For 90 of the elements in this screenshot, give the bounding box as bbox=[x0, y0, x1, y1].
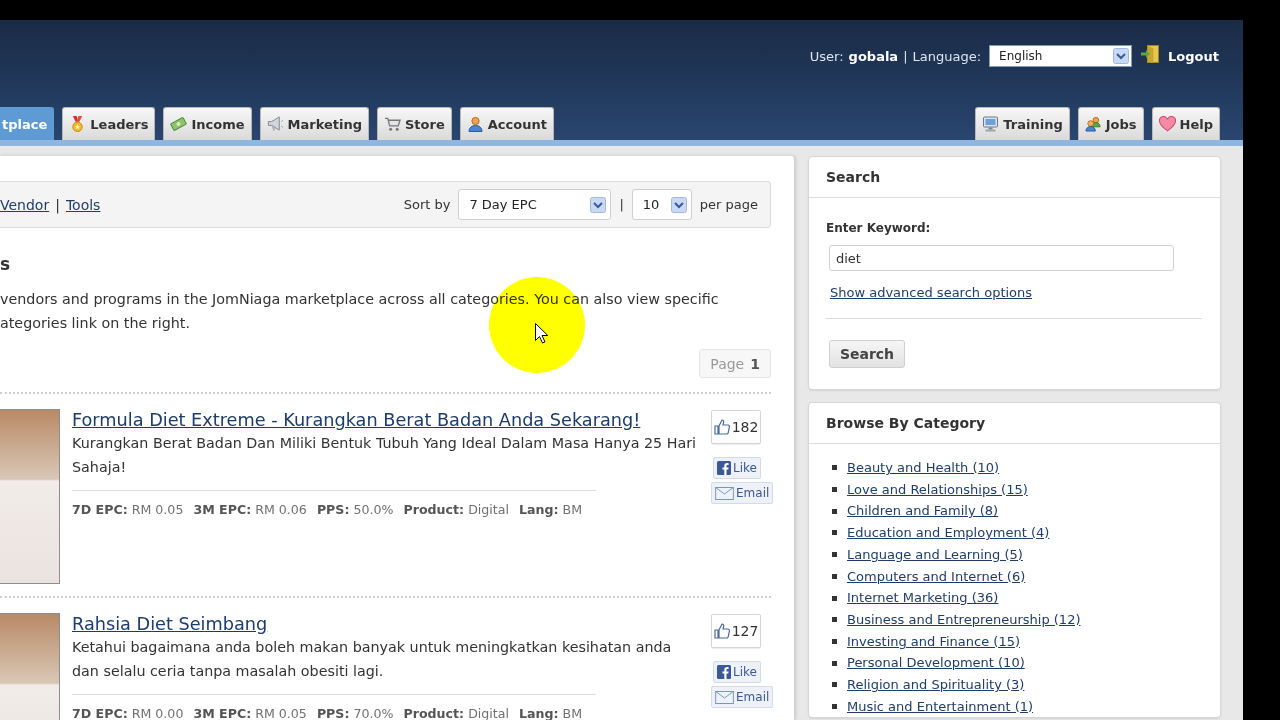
product-stat: PPS: 70.0% bbox=[316, 705, 394, 720]
bullet-icon bbox=[832, 704, 837, 710]
nav-tab[interactable]: Help bbox=[1151, 107, 1220, 140]
product-stat: 7D EPC: RM 0.00 bbox=[72, 705, 184, 720]
category-link[interactable]: Investing and Finance (15) bbox=[847, 630, 1020, 653]
category-link[interactable]: Language and Learning (5) bbox=[847, 543, 1023, 566]
nav-tab[interactable]: Income bbox=[163, 107, 252, 140]
user-label: User: bbox=[809, 48, 844, 64]
separator-text: | bbox=[903, 48, 908, 64]
megaphone-icon bbox=[266, 116, 284, 132]
like-count: 127 bbox=[731, 623, 759, 639]
section-heading: s bbox=[0, 253, 12, 276]
facebook-icon bbox=[717, 461, 731, 475]
product-stat: Product: Digital bbox=[403, 501, 509, 519]
panel-title: Search bbox=[809, 157, 1220, 198]
sort-select[interactable]: 7 Day EPC bbox=[458, 189, 612, 220]
product-description: Ketahui bagaimana anda boleh makan banyak untuk meningkatkan kesihatan anda dan selalu ceria tanpa masalah obesiti lagi. bbox=[72, 638, 673, 681]
nav-tab[interactable]: Training bbox=[975, 107, 1070, 140]
vendor-link[interactable]: Vendor bbox=[0, 196, 50, 213]
facebook-icon bbox=[717, 665, 731, 679]
username: gobala bbox=[848, 48, 899, 64]
product-title-link[interactable]: Rahsia Diet Seimbang bbox=[72, 613, 268, 635]
category-link[interactable]: Love and Relationships (15) bbox=[847, 478, 1028, 501]
category-link[interactable]: Beauty and Health (10) bbox=[847, 457, 1000, 479]
panel-title: Browse By Category bbox=[809, 403, 1220, 444]
search-button[interactable]: Search bbox=[829, 340, 905, 368]
language-select[interactable]: English bbox=[989, 45, 1133, 67]
bullet-icon bbox=[832, 530, 837, 536]
category-link[interactable]: Computers and Internet (6) bbox=[847, 565, 1026, 588]
nav-tab[interactable]: Store bbox=[377, 107, 452, 140]
category-link[interactable]: Religion and Spirituality (3) bbox=[847, 674, 1025, 696]
like-count: 182 bbox=[731, 419, 759, 435]
product-stat: 3M EPC: RM 0.05 bbox=[193, 705, 307, 720]
nav-tab[interactable]: Marketing bbox=[259, 107, 369, 140]
advanced-search-link[interactable]: Show advanced search options bbox=[830, 285, 1033, 301]
tools-link[interactable]: Tools bbox=[65, 196, 101, 213]
product-stat: 7D EPC: RM 0.05 bbox=[72, 501, 184, 519]
product-stat: PPS: 50.0% bbox=[316, 501, 394, 519]
per-page-label: per page bbox=[699, 197, 758, 212]
nav-tab[interactable]: Leaders bbox=[62, 107, 156, 140]
nav-tab[interactable]: Jobs bbox=[1077, 107, 1144, 140]
bullet-icon bbox=[832, 465, 837, 471]
monitor-icon bbox=[982, 116, 1000, 132]
page-number: 1 bbox=[750, 355, 760, 372]
keyword-label: Enter Keyword: bbox=[826, 220, 932, 236]
bullet-icon bbox=[832, 552, 837, 558]
product-stat: Product: Digital bbox=[403, 705, 509, 720]
email-button[interactable]: Email bbox=[711, 482, 774, 504]
thumbs-up-icon bbox=[713, 419, 730, 435]
keyword-field[interactable]: diet bbox=[829, 245, 1174, 271]
email-button[interactable]: Email bbox=[711, 686, 774, 708]
envelope-icon bbox=[715, 486, 734, 500]
product-stat: 3M EPC: RM 0.06 bbox=[193, 501, 307, 519]
category-link[interactable]: Business and Entrepreneurship (12) bbox=[847, 608, 1081, 631]
logout-link[interactable]: Logout bbox=[1168, 48, 1219, 64]
language-label: Language: bbox=[912, 48, 982, 64]
bullet-icon bbox=[832, 638, 837, 644]
bullet-icon bbox=[832, 682, 837, 688]
bullet-icon bbox=[832, 508, 837, 514]
nav-tab[interactable]: Account bbox=[459, 107, 554, 140]
like-button[interactable]: Like bbox=[713, 457, 761, 479]
product-description: Kurangkan Berat Badan Dan Miliki Bentuk Tubuh Yang Ideal Dalam Masa Hanya 25 Hari Sahaja! bbox=[72, 434, 698, 477]
people-icon bbox=[1084, 116, 1102, 132]
heart-icon bbox=[1158, 116, 1176, 132]
page-label: Page bbox=[710, 355, 745, 372]
separator-text: | bbox=[55, 196, 60, 213]
category-link[interactable]: Education and Employment (4) bbox=[847, 522, 1050, 544]
bullet-icon bbox=[832, 487, 837, 493]
product-stat: Lang: BM bbox=[518, 501, 583, 519]
sort-label: Sort by bbox=[403, 197, 451, 212]
per-page-select[interactable]: 10 bbox=[631, 189, 692, 220]
like-button[interactable]: Like bbox=[713, 661, 761, 683]
thumbs-up-icon bbox=[713, 623, 730, 639]
intro-text: ategories link on the right. bbox=[0, 314, 190, 333]
category-link[interactable]: Internet Marketing (36) bbox=[847, 587, 999, 609]
person-icon bbox=[466, 116, 484, 132]
separator-text: | bbox=[619, 197, 624, 212]
bullet-icon bbox=[832, 660, 837, 666]
category-link[interactable]: Music and Entertainment (1) bbox=[847, 695, 1034, 718]
product-title-link[interactable]: Formula Diet Extreme - Kurangkan Berat Badan Anda Sekarang! bbox=[72, 409, 641, 431]
bullet-icon bbox=[832, 573, 837, 579]
door-icon bbox=[1141, 45, 1160, 63]
category-link[interactable]: Personal Development (10) bbox=[847, 652, 1025, 675]
cart-icon bbox=[384, 116, 401, 132]
category-link[interactable]: Children and Family (8) bbox=[847, 500, 999, 523]
product-stat: Lang: BM bbox=[518, 705, 583, 720]
bullet-icon bbox=[832, 595, 837, 601]
bullet-icon bbox=[832, 617, 837, 623]
envelope-icon bbox=[715, 690, 734, 704]
mouse-pointer-icon bbox=[535, 323, 548, 344]
